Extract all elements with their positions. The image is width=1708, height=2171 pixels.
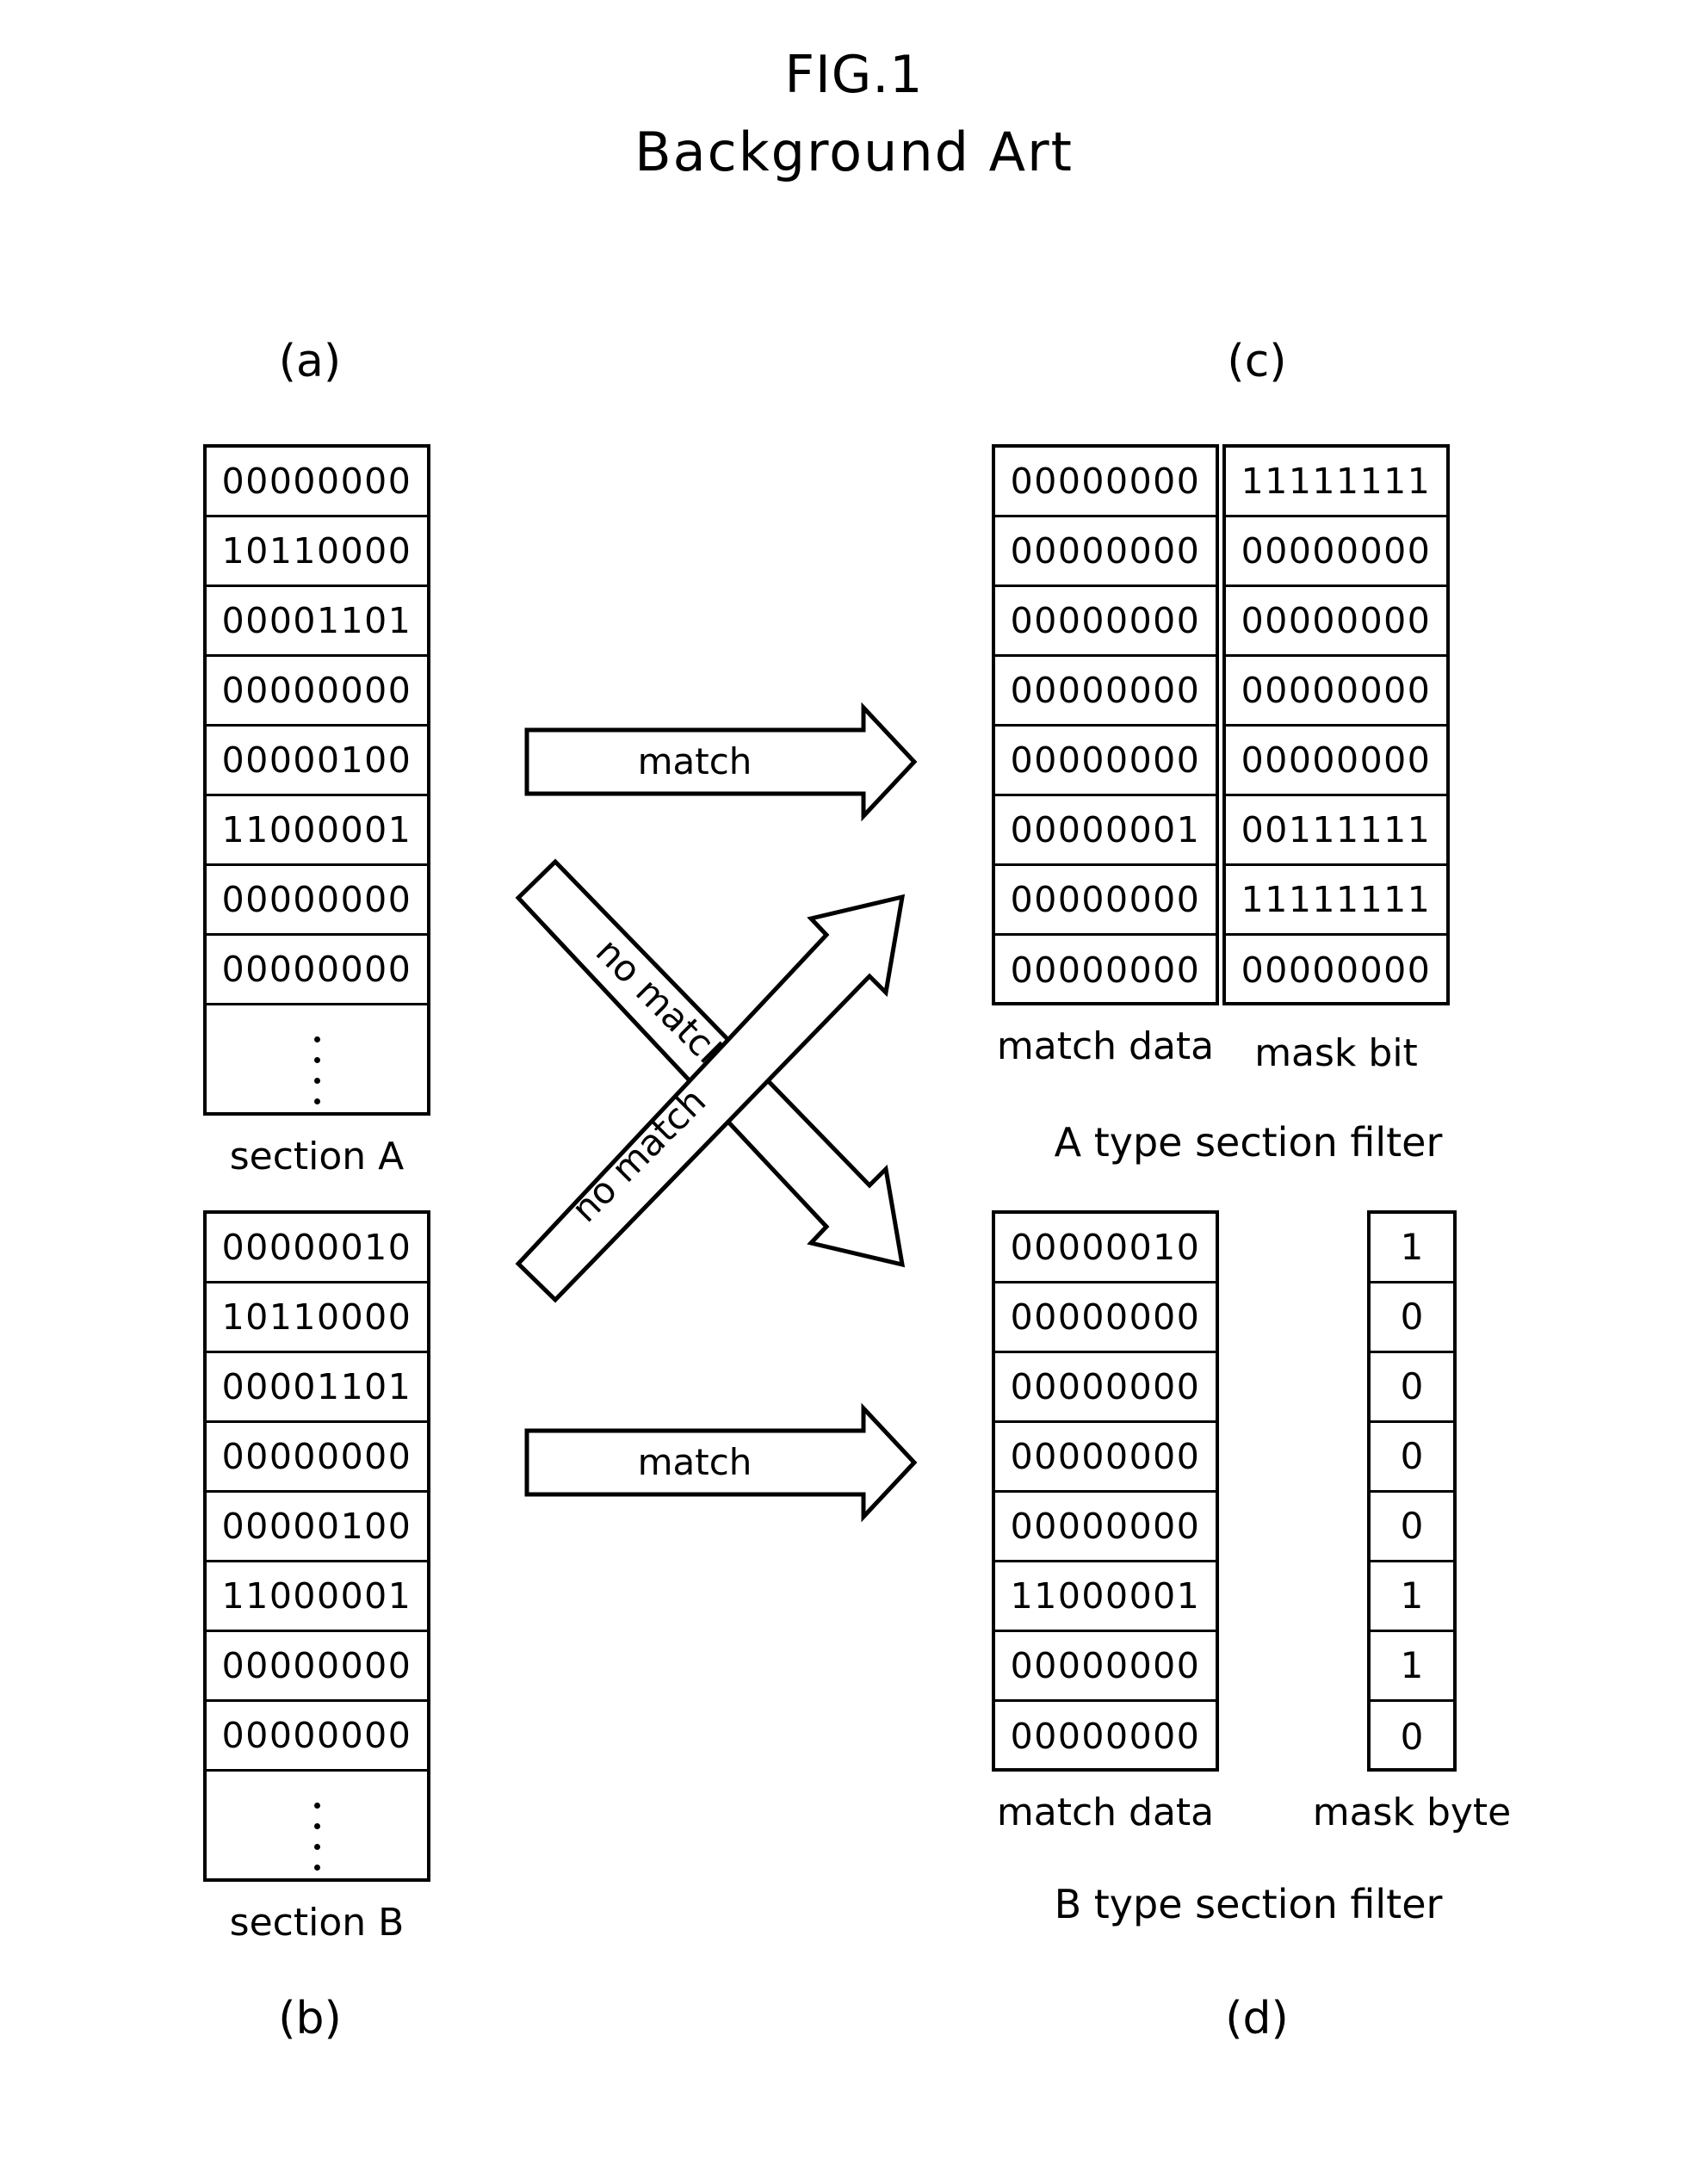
table-row: 11000001 <box>207 796 427 866</box>
arrow-match-top: match <box>524 702 918 822</box>
panel-label-b: (b) <box>278 1993 342 2044</box>
a-type-mask-caption: mask bit <box>1254 1031 1418 1075</box>
table-row: 00000000 <box>995 448 1216 517</box>
a-type-mask-bit-table: 11111111 00000000 00000000 00000000 0000… <box>1222 444 1450 1005</box>
ellipsis-dot <box>313 1098 320 1104</box>
b-type-filter-title: B type section filter <box>1054 1881 1443 1927</box>
section-b-table: 00000010 10110000 00001101 00000000 0000… <box>203 1210 430 1882</box>
table-row: 00000000 <box>207 936 427 1005</box>
table-row: 00000001 <box>995 796 1216 866</box>
table-row: 00000000 <box>1226 657 1446 727</box>
table-row: 0 <box>1400 1715 1424 1758</box>
arrow-no-match-up: no match <box>515 894 906 1303</box>
ellipsis-dot <box>313 1077 320 1084</box>
table-row: 0 <box>1371 1283 1453 1353</box>
table-row: 00000000 <box>995 517 1216 587</box>
a-type-match-data-table: 00000000 00000000 00000000 00000000 0000… <box>992 444 1219 1005</box>
table-row: 0 <box>1371 1493 1453 1562</box>
table-row: 00000010 <box>995 1214 1216 1283</box>
table-row: 10110000 <box>207 1283 427 1353</box>
table-row: 00000000 <box>207 448 427 517</box>
b-type-match-data-table: 00000010 00000000 00000000 00000000 0000… <box>992 1210 1219 1772</box>
table-row: 00000000 <box>1226 517 1446 587</box>
ellipsis-dot <box>313 1802 320 1809</box>
arrow-no-match-down: no match <box>515 858 906 1268</box>
table-row: 00000100 <box>207 1493 427 1562</box>
table-row: 00000010 <box>207 1214 427 1283</box>
b-type-mask-byte-table: 1 0 0 0 0 1 1 0 <box>1367 1210 1457 1772</box>
panel-label-d: (d) <box>1225 1993 1289 2044</box>
table-row: 00000000 <box>995 1632 1216 1702</box>
table-row: 00000000 <box>995 1493 1216 1562</box>
b-type-mask-caption: mask byte <box>1312 1791 1512 1834</box>
table-row: 00000000 <box>207 1632 427 1702</box>
a-type-match-data-caption: match data <box>996 1024 1215 1068</box>
table-row: 00000000 <box>995 866 1216 936</box>
table-row: 00000000 <box>1010 1716 1201 1757</box>
ellipsis-dot <box>313 1036 320 1042</box>
section-b-caption: section B <box>229 1901 405 1945</box>
table-row: 11111111 <box>1226 866 1446 936</box>
table-row: 00000000 <box>995 657 1216 727</box>
table-row: 00000000 <box>1226 727 1446 796</box>
table-row: 1 <box>1371 1632 1453 1702</box>
arrow-match-bottom-label: match <box>638 1441 752 1483</box>
table-row: 11111111 <box>1226 448 1446 517</box>
b-type-match-data-caption: match data <box>996 1791 1215 1834</box>
section-a-caption: section A <box>229 1135 405 1178</box>
table-row: 00111111 <box>1226 796 1446 866</box>
ellipsis-dot <box>313 1864 320 1871</box>
table-row: 00000000 <box>1241 949 1432 991</box>
table-row: 11000001 <box>207 1562 427 1632</box>
arrow-match-bottom: match <box>524 1402 918 1523</box>
figure-title: FIG.1 <box>784 45 924 105</box>
arrow-no-match-down-label: no match <box>588 930 739 1080</box>
table-row: 00001101 <box>207 587 427 657</box>
table-row: 00000000 <box>207 1702 427 1772</box>
panel-label-c: (c) <box>1227 336 1287 387</box>
table-row: 00000100 <box>207 727 427 796</box>
ellipsis-dot <box>313 1822 320 1829</box>
table-row: 00000000 <box>995 1353 1216 1423</box>
table-row: 00000000 <box>995 587 1216 657</box>
table-row: 00000000 <box>995 727 1216 796</box>
table-row-ellipsis <box>207 1005 427 1135</box>
table-row: 00000000 <box>207 657 427 727</box>
table-row: 00001101 <box>207 1353 427 1423</box>
table-row: 00000000 <box>207 866 427 936</box>
table-row: 1 <box>1371 1214 1453 1283</box>
table-row: 11000001 <box>995 1562 1216 1632</box>
table-row: 00000000 <box>1010 949 1201 991</box>
figure-subtitle: Background Art <box>634 121 1074 183</box>
arrow-match-top-label: match <box>638 740 752 782</box>
table-row: 10110000 <box>207 517 427 587</box>
table-row: 00000000 <box>995 1423 1216 1493</box>
a-type-filter-title: A type section filter <box>1054 1119 1443 1166</box>
table-row: 0 <box>1371 1353 1453 1423</box>
table-row: 00000000 <box>207 1423 427 1493</box>
ellipsis-dot <box>313 1843 320 1850</box>
table-row: 1 <box>1371 1562 1453 1632</box>
table-row-ellipsis <box>207 1772 427 1901</box>
table-row: 00000000 <box>1226 587 1446 657</box>
panel-label-a: (a) <box>278 336 342 387</box>
arrow-no-match-up-label: no match <box>563 1079 714 1230</box>
table-row: 00000000 <box>995 1283 1216 1353</box>
table-row: 0 <box>1371 1423 1453 1493</box>
ellipsis-dot <box>313 1056 320 1063</box>
section-a-table: 00000000 10110000 00001101 00000000 0000… <box>203 444 430 1116</box>
